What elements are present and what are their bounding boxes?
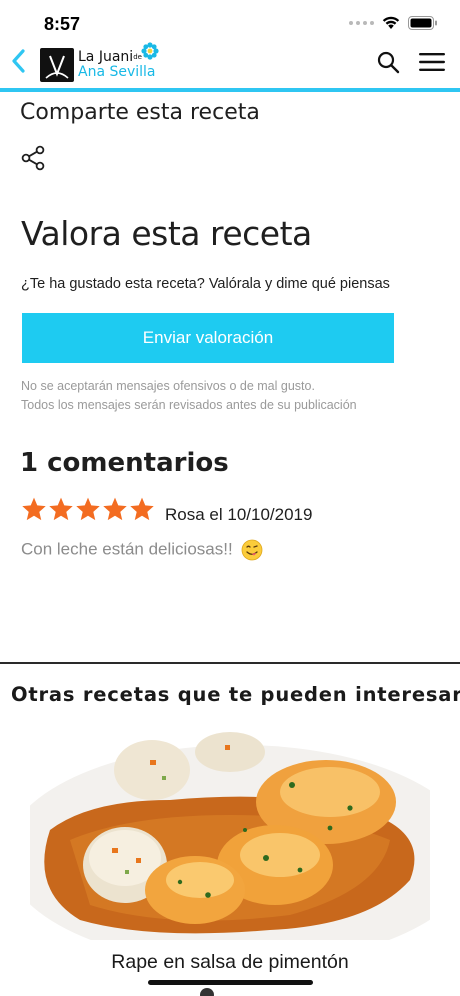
notice-line-2: Todos los mensajes serán revisados antes… <box>21 398 357 412</box>
status-indicators <box>349 16 438 30</box>
search-icon[interactable] <box>376 50 400 74</box>
hamburger-menu-icon[interactable] <box>418 52 446 72</box>
logo-line-2: Ana Sevilla <box>78 64 156 80</box>
moderation-notice: No se aceptarán mensajes ofensivos o de … <box>21 377 357 415</box>
app-header: La Juanide Ana Sevilla <box>0 38 460 88</box>
section-divider <box>0 662 460 664</box>
star-icon <box>49 497 73 521</box>
related-recipe-card[interactable]: Rape en salsa de pimentón <box>30 730 430 980</box>
battery-icon <box>408 16 437 30</box>
star-icon <box>130 497 154 521</box>
star-icon <box>22 497 46 521</box>
comment-author: Rosa el 10/10/2019 <box>165 505 313 524</box>
submit-rating-button[interactable]: Enviar valoración <box>22 313 394 363</box>
comments-title: 1 comentarios <box>20 448 229 478</box>
share-section-title: Comparte esta receta <box>20 100 260 125</box>
comment-star-rating <box>21 496 155 522</box>
rating-section-title: Valora esta receta <box>21 214 312 253</box>
back-chevron-icon[interactable] <box>8 48 30 74</box>
comment-body: Con leche están deliciosas!! <box>21 539 233 559</box>
logo-wordmark: La Juanide Ana Sevilla <box>78 50 156 80</box>
rating-prompt: ¿Te ha gustado esta receta? Valórala y d… <box>21 276 390 292</box>
home-indicator[interactable] <box>148 980 313 985</box>
site-logo[interactable]: La Juanide Ana Sevilla <box>38 40 164 84</box>
cellular-signal-icon <box>349 21 374 25</box>
status-time: 8:57 <box>44 14 81 34</box>
notice-line-1: No se aceptarán mensajes ofensivos o de … <box>21 379 315 393</box>
yum-emoji-icon <box>241 539 263 561</box>
recipe-photo[interactable] <box>30 730 430 940</box>
comment-text: Con leche están deliciosas!! <box>21 539 263 561</box>
wifi-icon <box>382 16 400 29</box>
share-icon[interactable] <box>21 145 45 171</box>
logo-line-1: La Juani <box>78 49 134 65</box>
star-icon <box>76 497 100 521</box>
logo-line-1-suffix: de <box>133 53 142 61</box>
logo-badge-icon <box>40 48 74 82</box>
scroll-to-top-dot[interactable] <box>200 988 214 996</box>
header-accent-line <box>0 88 460 92</box>
related-recipes-title: Otras recetas que te pueden interesar <box>11 683 460 706</box>
recipe-title[interactable]: Rape en salsa de pimentón <box>30 951 430 974</box>
star-icon <box>103 497 127 521</box>
